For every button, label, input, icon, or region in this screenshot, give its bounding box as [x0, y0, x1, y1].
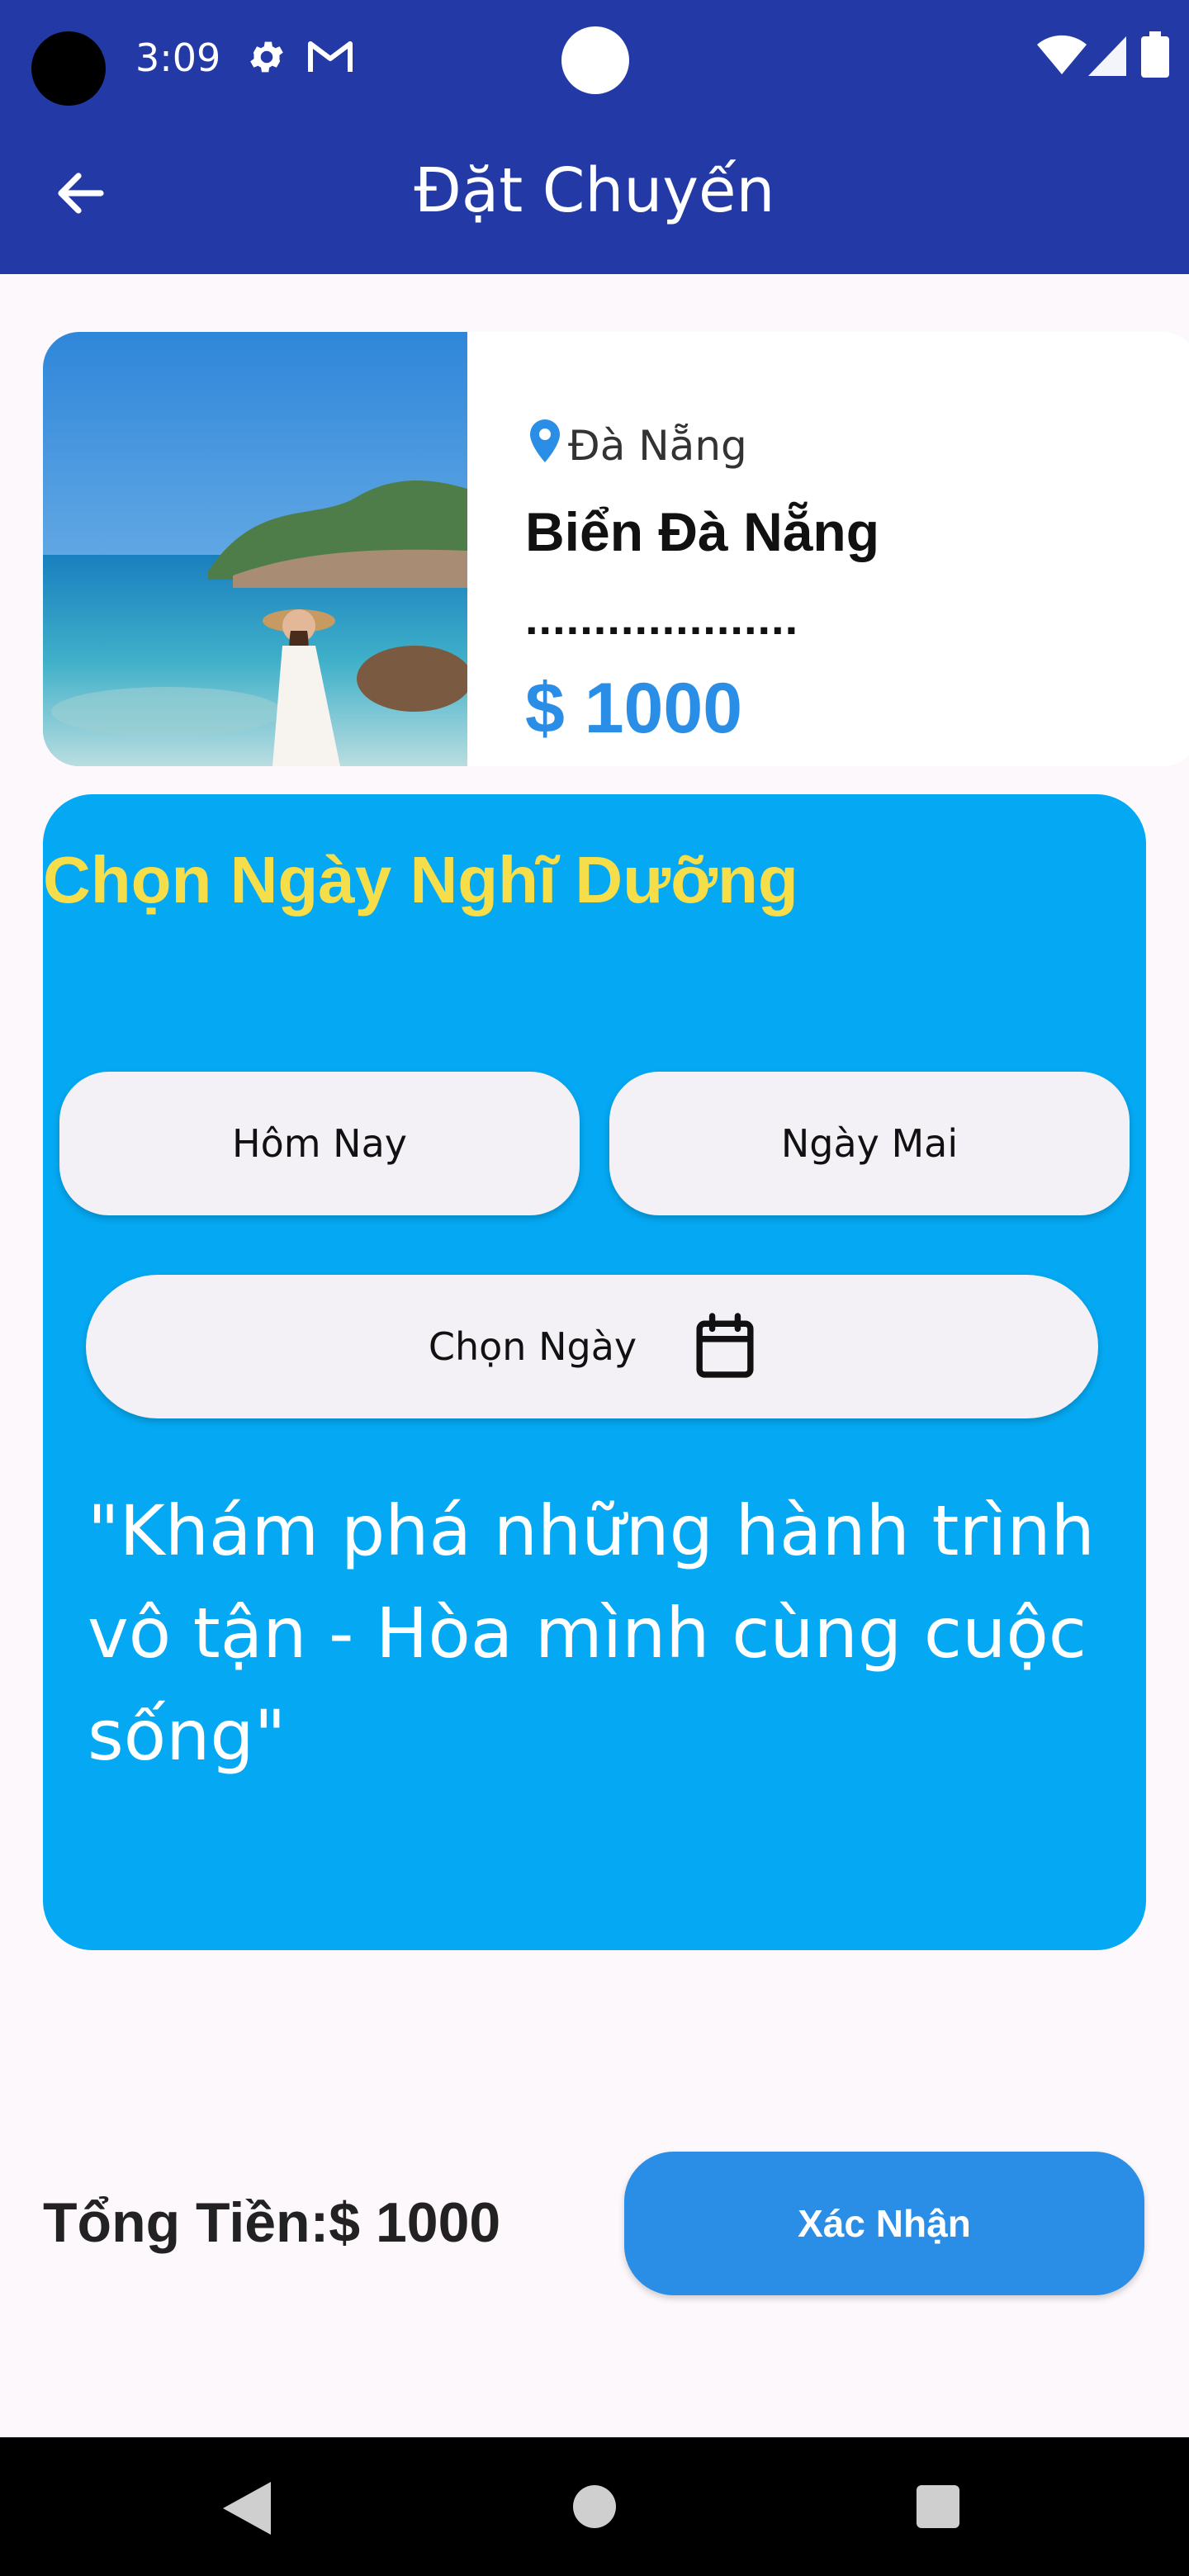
gear-icon: [250, 41, 283, 73]
nav-home-icon[interactable]: [573, 2485, 616, 2528]
tomorrow-button[interactable]: Ngày Mai: [609, 1072, 1130, 1215]
wifi-icon: [1037, 35, 1087, 74]
destination-location: Đà Nẵng: [568, 422, 747, 470]
destination-rating-dots: ....................: [525, 592, 799, 644]
destination-photo: [43, 332, 467, 766]
gmail-icon: [308, 41, 353, 72]
panel-title: Chọn Ngày Nghĩ Dưỡng: [43, 843, 798, 916]
pick-date-button[interactable]: Chọn Ngày: [86, 1275, 1098, 1418]
confirm-button[interactable]: Xác Nhận: [624, 2152, 1144, 2295]
nav-back-icon[interactable]: [223, 2482, 271, 2535]
location-pin-icon: [530, 419, 560, 462]
status-time: 3:09: [135, 36, 221, 80]
page-title: Đặt Chuyến: [414, 155, 775, 226]
today-button[interactable]: Hôm Nay: [59, 1072, 580, 1215]
slogan-text: "Khám phá những hành trình vô tận - Hòa …: [88, 1490, 1095, 1776]
confirm-button-label: Xác Nhận: [798, 2202, 971, 2245]
front-sensor: [561, 26, 629, 94]
tomorrow-button-label: Ngày Mai: [780, 1121, 959, 1166]
pick-date-label: Chọn Ngày: [428, 1324, 637, 1369]
destination-name: Biển Đà Nẵng: [525, 501, 880, 562]
total-price: Tổng Tiền:$ 1000: [43, 2191, 501, 2254]
today-button-label: Hôm Nay: [232, 1121, 407, 1166]
nav-recents-icon[interactable]: [917, 2485, 959, 2528]
destination-card[interactable]: Đà Nẵng Biển Đà Nẵng ...................…: [43, 332, 1189, 766]
date-selection-panel: Chọn Ngày Nghĩ Dưỡng Hôm Nay Ngày Mai Ch…: [43, 794, 1146, 1950]
calendar-icon: [696, 1313, 754, 1378]
signal-icon: [1088, 36, 1126, 76]
destination-price: $ 1000: [525, 669, 743, 748]
battery-icon: [1141, 31, 1169, 78]
camera-cutout: [31, 31, 106, 106]
